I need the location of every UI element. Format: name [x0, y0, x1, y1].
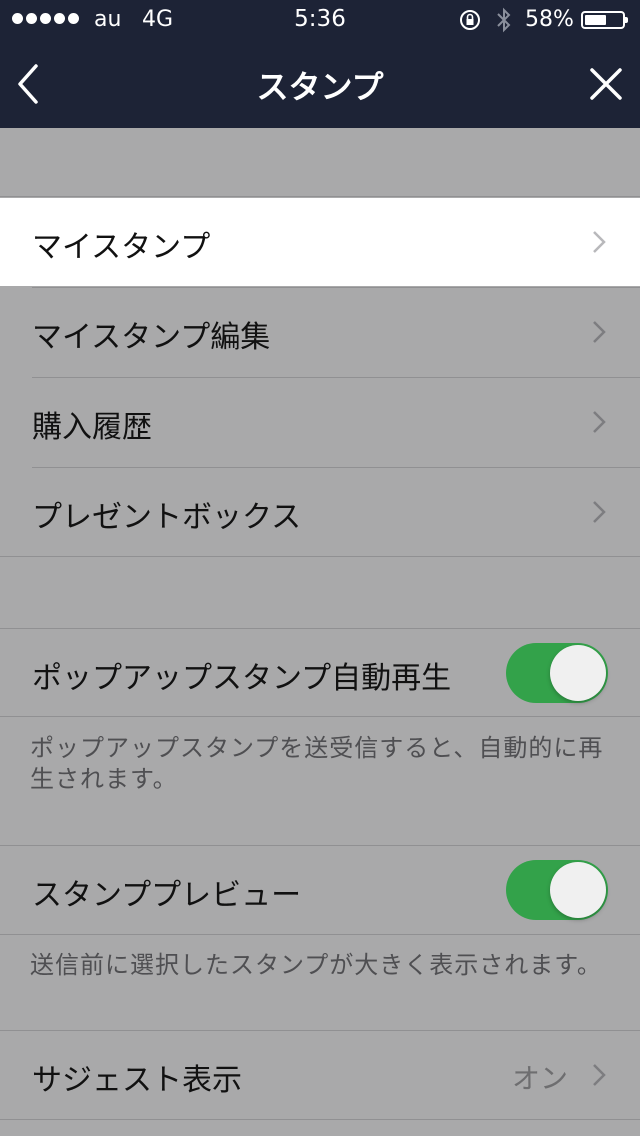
chevron-right-icon [593, 321, 606, 343]
menu-item-label: マイスタンプ編集 [32, 320, 271, 355]
close-icon[interactable] [588, 66, 624, 102]
status-bar: au 4G 5:36 58% [0, 0, 640, 40]
setting-label: ポップアップスタンプ自動再生 [32, 661, 452, 696]
suggest-value: オン [511, 1062, 568, 1095]
menu-item-label: 購入履歴 [32, 410, 152, 445]
battery-percent: 58% [525, 7, 574, 32]
toggle-knob [550, 645, 606, 701]
chevron-right-icon [593, 411, 606, 433]
divider [0, 934, 640, 935]
chevron-right-icon [593, 501, 606, 523]
setting-label: サジェスト表示 [32, 1063, 242, 1098]
chevron-right-icon [593, 231, 606, 253]
divider [0, 556, 640, 557]
menu-item-my-stickers[interactable]: マイスタンプ [0, 198, 640, 286]
menu-item-edit-my-stickers[interactable]: マイスタンプ編集 [0, 288, 640, 376]
setting-sticker-preview: スタンププレビュー [0, 846, 640, 934]
page-title: スタンプ [256, 68, 384, 106]
menu-item-label: マイスタンプ [32, 230, 211, 265]
setting-popup-autoplay: ポップアップスタンプ自動再生 [0, 629, 640, 717]
menu-item-present-box[interactable]: プレゼントボックス [0, 468, 640, 556]
divider [0, 196, 640, 197]
rotation-lock-icon [460, 10, 480, 30]
divider [0, 716, 640, 717]
popup-autoplay-toggle[interactable] [506, 643, 608, 703]
menu-item-purchase-history[interactable]: 購入履歴 [0, 378, 640, 466]
sticker-preview-toggle[interactable] [506, 860, 608, 920]
setting-suggest[interactable]: サジェスト表示 オン [0, 1031, 640, 1119]
battery-icon [581, 11, 628, 29]
bluetooth-icon [497, 7, 511, 33]
toggle-knob [550, 862, 606, 918]
sticker-preview-description: 送信前に選択したスタンプが大きく表示されます。 [30, 951, 602, 979]
chevron-right-icon [593, 1064, 606, 1086]
menu-item-label: プレゼントボックス [32, 500, 302, 535]
setting-label: スタンププレビュー [32, 878, 302, 913]
top-bar: au 4G 5:36 58% スタンプ [0, 0, 640, 128]
popup-autoplay-description: ポップアップスタンプを送受信すると、自動的に再生されます。 [30, 734, 604, 793]
divider [0, 1119, 640, 1120]
